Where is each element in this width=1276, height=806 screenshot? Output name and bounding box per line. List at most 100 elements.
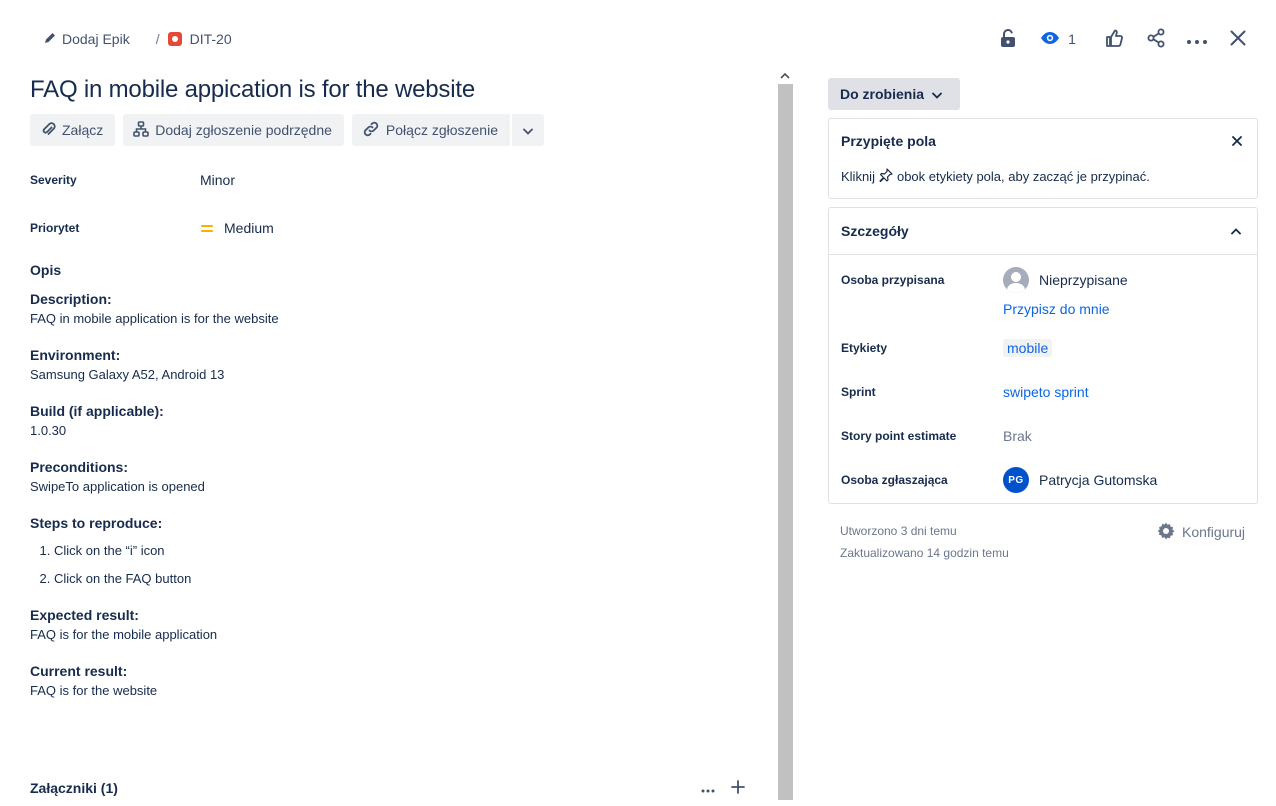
attachments-more-button[interactable] <box>694 776 722 800</box>
pin-icon <box>879 168 893 185</box>
story-points-label: Story point estimate <box>841 429 957 443</box>
steps-list: Click on the “i” icon Click on the FAQ b… <box>30 541 750 589</box>
sprint-label: Sprint <box>841 385 876 399</box>
pinned-hint-before: Kliknij <box>841 169 875 184</box>
eye-icon <box>1040 31 1060 48</box>
preconditions-title: Preconditions: <box>30 459 129 475</box>
details-panel: Szczegóły Osoba przypisana Nieprzypisane… <box>828 207 1258 504</box>
assignee-value[interactable]: Nieprzypisane <box>1003 267 1128 293</box>
reporter-value[interactable]: PG Patrycja Gutomska <box>1003 467 1157 493</box>
step-item: Click on the “i” icon <box>54 541 750 561</box>
assignee-field: Osoba przypisana Nieprzypisane <box>841 267 1251 293</box>
reporter-field: Osoba zgłaszająca PG Patrycja Gutomska <box>841 467 1251 493</box>
link-issue-label: Połącz zgłoszenie <box>385 122 498 138</box>
created-timestamp: Utworzono 3 dni temu <box>840 524 957 538</box>
pinned-fields-hint: Kliknij obok etykiety pola, aby zacząć j… <box>841 168 1150 185</box>
more-toolbar-actions-button[interactable] <box>511 114 544 146</box>
details-title: Szczegóły <box>841 223 909 239</box>
status-dropdown[interactable]: Do zrobienia <box>828 78 960 110</box>
sprint-field: Sprint swipeto sprint <box>841 379 1251 405</box>
watch-count: 1 <box>1068 31 1076 47</box>
add-attachment-button[interactable] <box>724 776 752 800</box>
attachments-title: Załączniki (1) <box>30 780 118 796</box>
issue-title[interactable]: FAQ in mobile appication is for the webs… <box>30 76 475 104</box>
chevron-up-icon <box>780 66 790 82</box>
assign-to-me-row: Przypisz do mnie <box>1003 296 1243 322</box>
sprint-link[interactable]: swipeto sprint <box>1003 384 1089 400</box>
add-child-issue-button[interactable]: Dodaj zgłoszenie podrzędne <box>123 114 344 146</box>
link-icon <box>362 120 380 141</box>
reporter-avatar: PG <box>1003 467 1029 493</box>
step-item: Click on the FAQ button <box>54 569 750 589</box>
attach-label: Załącz <box>62 122 104 138</box>
current-text: FAQ is for the website <box>30 683 158 698</box>
paperclip-icon <box>40 121 56 140</box>
pencil-icon <box>44 31 56 47</box>
priority-field: Priorytet Medium <box>30 216 730 240</box>
story-points-value[interactable]: Brak <box>1003 428 1032 444</box>
assignee-label: Osoba przypisana <box>841 273 945 287</box>
issue-key: DIT-20 <box>189 31 232 47</box>
scroll-up-button[interactable] <box>776 66 794 82</box>
close-icon <box>1232 133 1242 149</box>
environment-title: Environment: <box>30 347 121 363</box>
details-toggle[interactable]: Szczegóły <box>829 208 1257 255</box>
label-tag[interactable]: mobile <box>1003 339 1053 357</box>
thumbs-up-icon <box>1105 29 1123 50</box>
plus-icon <box>731 779 745 797</box>
attachments-header: Załączniki (1) <box>30 776 752 800</box>
lock-open-icon <box>1000 28 1016 50</box>
issue-main-content: FAQ in mobile appication is for the webs… <box>0 66 776 806</box>
share-icon <box>1146 28 1166 51</box>
bug-icon <box>167 32 182 46</box>
labels-field: Etykiety mobile <box>841 335 1251 361</box>
restrictions-button[interactable] <box>996 24 1020 54</box>
pinned-fields-title: Przypięte pola <box>841 133 936 149</box>
priority-medium-icon <box>200 222 214 234</box>
vote-button[interactable] <box>1102 24 1126 54</box>
chevron-down-icon <box>523 122 533 138</box>
labels-label: Etykiety <box>841 341 888 355</box>
pinned-fields-close-button[interactable] <box>1227 131 1247 151</box>
configure-label: Konfiguruj <box>1182 524 1246 540</box>
description-text: FAQ in mobile application is for the web… <box>30 311 279 326</box>
close-issue-button[interactable] <box>1226 24 1250 54</box>
build-text: 1.0.30 <box>30 423 67 438</box>
environment-text: Samsung Galaxy A52, Android 13 <box>30 367 225 382</box>
link-issue-button[interactable]: Połącz zgłoszenie <box>351 114 510 146</box>
preconditions-text: SwipeTo application is opened <box>30 479 205 494</box>
more-icon <box>701 780 715 796</box>
main-scrollbar[interactable] <box>776 66 794 806</box>
scrollbar-thumb[interactable] <box>778 84 793 800</box>
watch-button[interactable]: 1 <box>1036 24 1080 54</box>
attach-button[interactable]: Załącz <box>30 114 116 146</box>
pinned-fields-panel: Przypięte pola Kliknij obok etykiety pol… <box>828 118 1258 199</box>
hierarchy-icon <box>133 120 150 140</box>
pinned-hint-after: obok etykiety pola, aby zacząć je przypi… <box>896 169 1150 184</box>
build-title: Build (if applicable): <box>30 403 164 419</box>
issue-key-link[interactable]: DIT-20 <box>167 31 232 47</box>
severity-label: Severity <box>30 173 77 187</box>
expected-text: FAQ is for the mobile application <box>30 627 218 642</box>
link-issue-split-button: Połącz zgłoszenie <box>351 114 544 146</box>
priority-value[interactable]: Medium <box>200 220 274 236</box>
labels-value: mobile <box>1003 339 1053 357</box>
chevron-down-icon <box>932 86 942 102</box>
priority-value-text: Medium <box>224 220 274 236</box>
story-points-field: Story point estimate Brak <box>841 423 1251 449</box>
assignee-name: Nieprzypisane <box>1039 272 1128 288</box>
status-label: Do zrobienia <box>840 86 925 102</box>
share-button[interactable] <box>1144 24 1168 54</box>
more-icon <box>1187 31 1207 47</box>
add-epic-link[interactable]: Dodaj Epik <box>44 31 130 47</box>
unassigned-avatar-icon <box>1003 267 1029 293</box>
description-section[interactable]: Opis Description: FAQ in mobile applicat… <box>30 262 750 717</box>
severity-value[interactable]: Minor <box>200 172 235 188</box>
assign-to-me-link[interactable]: Przypisz do mnie <box>1003 301 1110 317</box>
add-child-issue-label: Dodaj zgłoszenie podrzędne <box>155 122 332 138</box>
reporter-label: Osoba zgłaszająca <box>841 473 948 487</box>
configure-button[interactable]: Konfiguruj <box>1156 521 1245 543</box>
close-icon <box>1230 30 1246 49</box>
breadcrumb-separator: / <box>155 31 160 47</box>
more-actions-button[interactable] <box>1184 24 1210 54</box>
